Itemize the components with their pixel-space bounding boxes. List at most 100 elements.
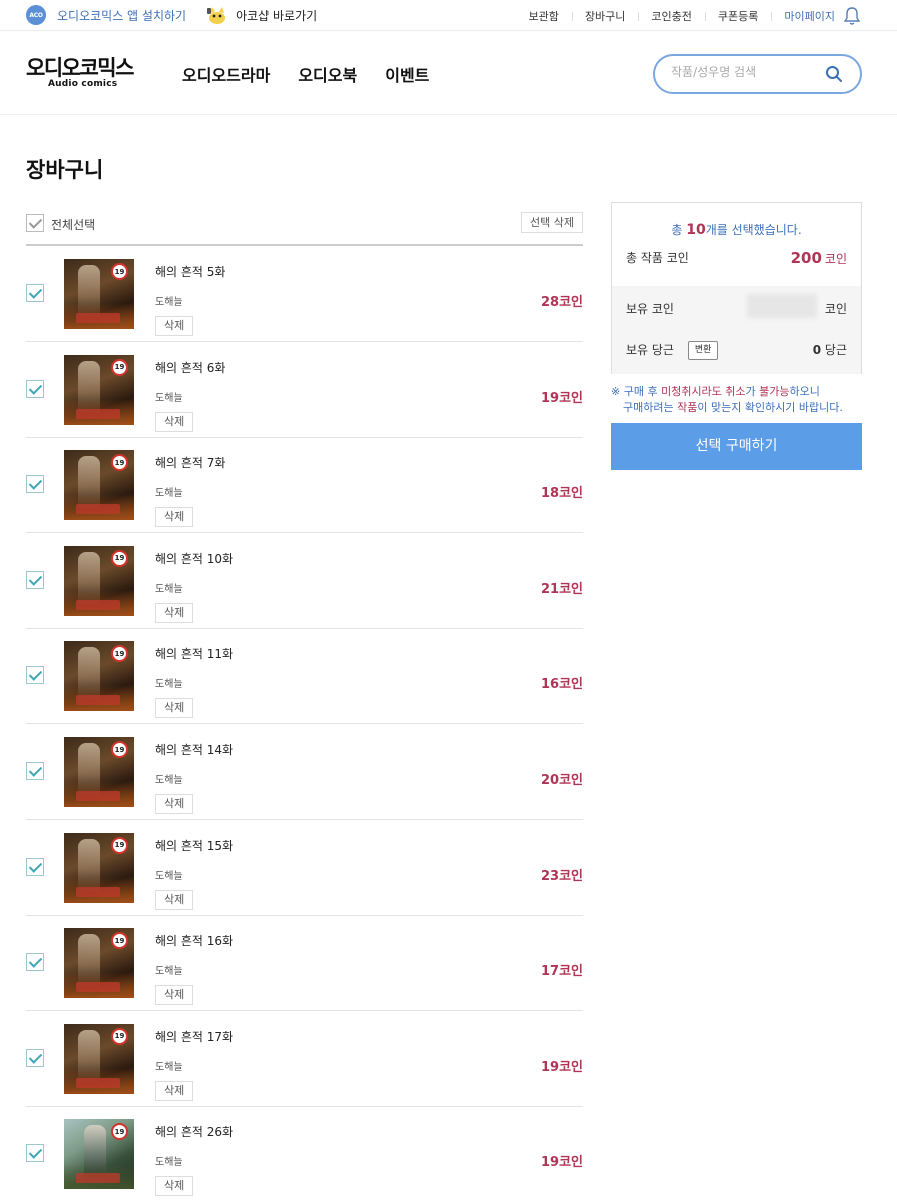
item-delete-button[interactable]: 삭제	[155, 1080, 194, 1101]
owned-coin-value-blurred	[747, 294, 817, 318]
age-19-badge: 19	[111, 741, 128, 758]
item-checkbox[interactable]	[26, 953, 44, 972]
acoshop-link[interactable]: 아코샵 바로가기	[236, 7, 317, 24]
top-bar-left: ACO 오디오코믹스 앱 설치하기 아코샵 바로가기	[26, 5, 317, 25]
item-title[interactable]: 해의 흔적 17화	[155, 1028, 233, 1045]
convert-button[interactable]: 변환	[687, 341, 719, 360]
item-delete-button[interactable]: 삭제	[155, 602, 194, 623]
item-delete-button[interactable]: 삭제	[155, 1176, 194, 1197]
item-title[interactable]: 해의 흔적 5화	[155, 263, 225, 280]
item-title[interactable]: 해의 흔적 6화	[155, 359, 225, 376]
item-price: 21코인	[540, 581, 583, 597]
buy-selected-button[interactable]: 선택 구매하기	[611, 423, 862, 470]
nav-audio-book[interactable]: 오디오북	[298, 62, 357, 86]
item-delete-button[interactable]: 삭제	[155, 985, 194, 1006]
item-title[interactable]: 해의 흔적 16화	[155, 932, 233, 949]
purchase-notice: ※ 구매 후 미청취시라도 취소가 불가능하오니 구매하려는 작품이 맞는지 확…	[611, 385, 843, 414]
item-checkbox[interactable]	[26, 284, 44, 302]
item-thumbnail[interactable]: 19	[64, 450, 134, 521]
search-box	[653, 54, 862, 94]
cart-item: 19 해의 흔적 15화 도해늘 삭제 23코인	[26, 821, 583, 916]
aco-app-icon[interactable]: ACO	[26, 5, 46, 25]
item-author: 도해늘	[155, 966, 183, 978]
item-title[interactable]: 해의 흔적 7화	[155, 454, 225, 471]
item-thumbnail[interactable]: 19	[64, 259, 134, 329]
order-summary: 총 10개를 선택했습니다. 총 작품 코인 200 코인 보유 코인 코인 보유…	[611, 202, 862, 374]
item-checkbox[interactable]	[26, 379, 44, 398]
item-price: 20코인	[540, 773, 583, 788]
selected-count-text: 총 10개를 선택했습니다.	[671, 222, 802, 238]
select-all-checkbox[interactable]	[26, 214, 44, 232]
item-title[interactable]: 해의 흔적 26화	[155, 1123, 233, 1140]
owned-carrot-label: 보유 당근	[626, 343, 674, 357]
item-checkbox[interactable]	[26, 1048, 44, 1067]
item-thumbnail[interactable]: 19	[64, 545, 134, 616]
item-checkbox[interactable]	[26, 857, 44, 876]
item-price: 19코인	[540, 1059, 583, 1075]
item-author: 도해늘	[155, 679, 183, 691]
item-thumbnail[interactable]: 19	[64, 1023, 134, 1094]
item-delete-button[interactable]: 삭제	[155, 794, 194, 814]
total-coin-value: 200	[790, 249, 822, 267]
acoshop-mascot-icon[interactable]	[206, 5, 228, 25]
page-title: 장바구니	[26, 158, 104, 182]
item-thumbnail[interactable]: 19	[64, 832, 134, 903]
audiocomics-logo[interactable]: 오디오코믹스 Audio comics	[26, 57, 136, 91]
main-nav: 오디오드라마 오디오북 이벤트	[182, 62, 429, 86]
item-thumbnail[interactable]: 19	[64, 354, 134, 425]
item-title[interactable]: 해의 흔적 14화	[155, 741, 233, 758]
item-checkbox[interactable]	[26, 762, 44, 780]
owned-coin-row: 보유 코인 코인	[626, 294, 847, 318]
main-header: 오디오코믹스 Audio comics 오디오드라마 오디오북 이벤트	[0, 31, 897, 115]
logo-text: 오디오코믹스	[26, 56, 134, 80]
owned-coin-unit: 코인	[824, 302, 847, 316]
item-delete-button[interactable]: 삭제	[155, 698, 194, 719]
total-coin-row: 총 작품 코인 200 코인	[626, 249, 847, 267]
item-delete-button[interactable]: 삭제	[155, 507, 194, 528]
item-price: 19코인	[540, 390, 583, 406]
item-delete-button[interactable]: 삭제	[155, 411, 194, 432]
age-19-badge: 19	[111, 358, 128, 376]
item-thumbnail[interactable]: 19	[64, 641, 134, 712]
item-checkbox[interactable]	[26, 1144, 44, 1163]
bell-icon[interactable]	[843, 6, 861, 26]
nav-event[interactable]: 이벤트	[385, 62, 429, 86]
search-icon[interactable]	[824, 64, 844, 84]
item-price: 16코인	[540, 677, 583, 693]
cart-item: 19 해의 흔적 6화 도해늘 삭제 19코인	[26, 343, 583, 438]
app-install-link[interactable]: 오디오코믹스 앱 설치하기	[57, 7, 186, 24]
age-19-badge: 19	[111, 549, 128, 567]
cart-list-header: 전체선택 선택 삭제	[26, 208, 583, 246]
item-price: 23코인	[540, 868, 583, 884]
nav-audio-drama[interactable]: 오디오드라마	[182, 62, 270, 86]
item-thumbnail[interactable]: 19	[64, 737, 134, 807]
delete-selected-button[interactable]: 선택 삭제	[521, 212, 583, 233]
item-delete-button[interactable]: 삭제	[155, 889, 194, 910]
top-bar: ACO 오디오코믹스 앱 설치하기 아코샵 바로가기 보관함 장바구니 코인충전…	[0, 0, 897, 31]
library-link[interactable]: 보관함	[516, 8, 572, 24]
item-title[interactable]: 해의 흔적 10화	[155, 550, 233, 567]
item-price: 17코인	[540, 964, 583, 980]
item-checkbox[interactable]	[26, 666, 44, 685]
item-author: 도해늘	[155, 583, 183, 595]
item-delete-button[interactable]: 삭제	[155, 316, 194, 336]
coin-charge-link[interactable]: 코인충전	[638, 8, 704, 24]
item-title[interactable]: 해의 흔적 11화	[155, 645, 233, 662]
item-price: 28코인	[540, 295, 583, 310]
item-author: 도해늘	[155, 775, 183, 786]
cart-link[interactable]: 장바구니	[571, 8, 638, 24]
select-all-label[interactable]: 전체선택	[51, 216, 95, 233]
mypage-link[interactable]: 마이페이지	[771, 8, 841, 24]
search-input[interactable]	[671, 65, 821, 79]
coupon-register-link[interactable]: 쿠폰등록	[704, 8, 771, 24]
item-checkbox[interactable]	[26, 475, 44, 494]
cart-item: 19 해의 흔적 17화 도해늘 삭제 19코인	[26, 1012, 583, 1107]
item-thumbnail[interactable]: 19	[64, 928, 134, 999]
item-thumbnail[interactable]: 19	[64, 1119, 134, 1190]
logo-subtext: Audio comics	[48, 79, 118, 89]
item-checkbox[interactable]	[26, 570, 44, 589]
item-author: 도해늘	[155, 488, 183, 500]
age-19-badge: 19	[111, 1027, 128, 1045]
item-price: 18코인	[540, 486, 583, 502]
item-title[interactable]: 해의 흔적 15화	[155, 837, 233, 854]
